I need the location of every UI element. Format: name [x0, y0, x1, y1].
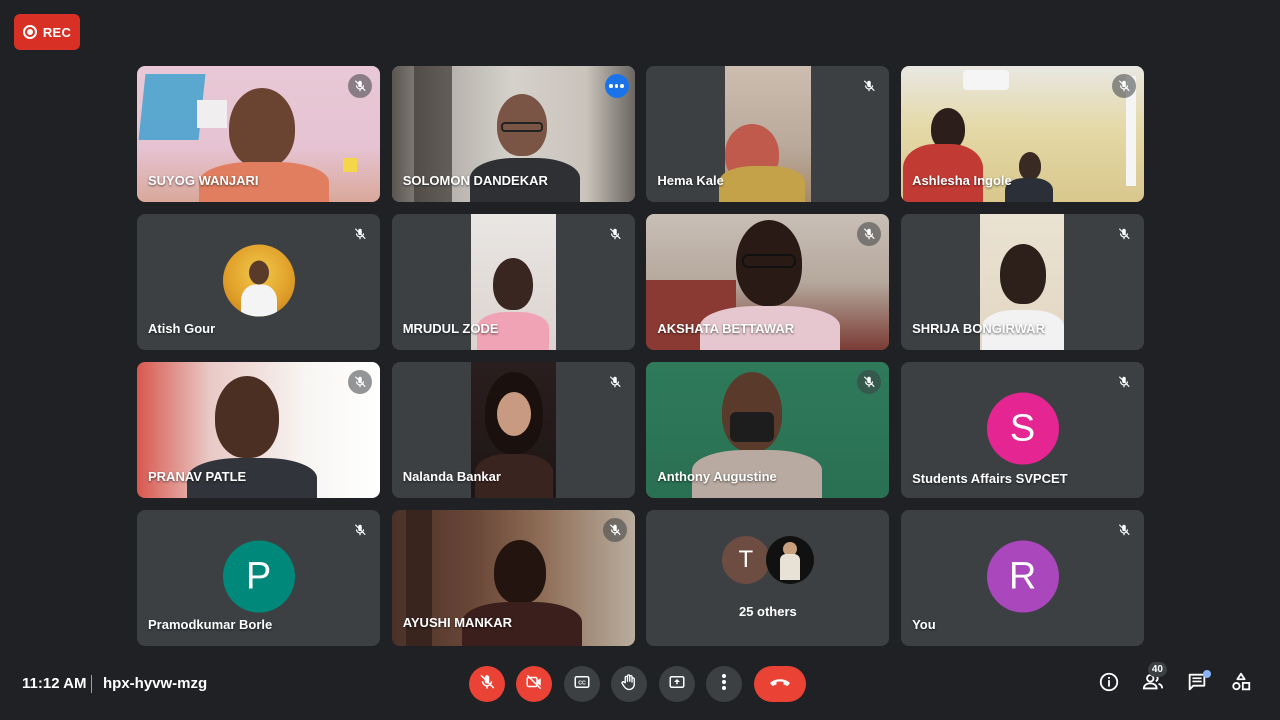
avatar: S	[986, 392, 1059, 465]
mic-off-icon	[1112, 74, 1137, 98]
leave-call-button[interactable]	[754, 666, 806, 702]
participant-name: AKSHATA BETTAWAR	[657, 321, 795, 336]
mic-off-icon	[348, 222, 372, 246]
svg-text:CC: CC	[578, 680, 586, 686]
mic-off-icon	[348, 518, 372, 542]
meeting-code[interactable]: hpx-hyvw-mzg	[103, 675, 207, 692]
participant-name: Hema Kale	[657, 173, 724, 188]
participant-name: PRANAV PATLE	[148, 469, 247, 484]
mic-off-icon	[1112, 222, 1137, 246]
bottom-bar: 11:12 AM hpx-hyvw-mzg CC 40	[0, 660, 1280, 708]
avatar: P	[222, 540, 295, 613]
others-avatars: T	[721, 536, 814, 584]
participant-name: MRUDUL ZODE	[402, 321, 499, 336]
mic-off-icon	[478, 673, 496, 696]
participant-tile[interactable]: SHRIJA BONGIRWAR	[901, 214, 1145, 350]
participant-name: Ashlesha Ingole	[912, 173, 1012, 188]
present-screen-icon	[667, 673, 687, 696]
meeting-time: 11:12 AM	[22, 675, 87, 692]
participant-video	[719, 66, 812, 202]
avatar	[765, 536, 814, 584]
participant-tile[interactable]: P Pramodkumar Borle	[137, 510, 380, 646]
info-icon	[1098, 671, 1120, 698]
captions-icon: CC	[572, 673, 592, 696]
mic-off-icon	[348, 74, 372, 98]
participant-tile[interactable]: AYUSHI MANKAR	[391, 510, 635, 646]
participant-name: You	[912, 617, 936, 632]
more-vert-icon	[721, 673, 727, 696]
divider	[91, 675, 92, 693]
participant-tile[interactable]: Ashlesha Ingole	[901, 66, 1145, 202]
notification-dot	[1203, 670, 1211, 678]
mic-off-icon	[857, 74, 882, 98]
participant-tile[interactable]: AKSHATA BETTAWAR	[646, 214, 890, 350]
participant-name: SHRIJA BONGIRWAR	[912, 321, 1045, 336]
participant-name: Nalanda Bankar	[402, 469, 501, 484]
mic-off-icon	[602, 518, 627, 542]
mic-off-icon	[348, 370, 372, 394]
participant-name: AYUSHI MANKAR	[402, 615, 512, 630]
participant-name: Anthony Augustine	[657, 469, 777, 484]
participant-tile[interactable]: Hema Kale	[646, 66, 890, 202]
more-options-icon[interactable]	[604, 74, 629, 98]
more-options-button[interactable]	[706, 666, 742, 702]
participant-tile[interactable]: Anthony Augustine	[646, 362, 890, 498]
participant-tile[interactable]: PRANAV PATLE	[137, 362, 380, 498]
others-count: 25 others	[738, 604, 797, 619]
others-tile[interactable]: T 25 others	[646, 510, 890, 646]
activities-button[interactable]	[1229, 672, 1253, 696]
hand-icon	[620, 672, 638, 697]
raise-hand-button[interactable]	[611, 666, 647, 702]
recording-indicator[interactable]: REC	[14, 14, 80, 50]
mic-off-icon	[602, 222, 627, 246]
avatar	[222, 244, 295, 317]
camera-toggle-button[interactable]	[516, 666, 552, 702]
participant-name: Atish Gour	[148, 321, 216, 336]
participant-name: SUYOG WANJARI	[148, 173, 259, 188]
mic-off-icon	[602, 370, 627, 394]
camera-off-icon	[524, 673, 544, 696]
self-tile[interactable]: R You	[901, 510, 1145, 646]
participants-button[interactable]: 40	[1141, 662, 1167, 696]
participant-tile[interactable]: Atish Gour	[137, 214, 380, 350]
avatar: T	[721, 536, 770, 584]
participant-tile[interactable]: Nalanda Bankar	[391, 362, 635, 498]
participant-tile[interactable]: SOLOMON DANDEKAR	[391, 66, 635, 202]
participant-count-badge: 40	[1147, 662, 1167, 677]
meeting-details-button[interactable]	[1097, 672, 1121, 696]
avatar: R	[986, 540, 1059, 613]
participant-name: Students Affairs SVPCET	[912, 471, 1068, 486]
participant-tile[interactable]: MRUDUL ZODE	[391, 214, 635, 350]
record-icon	[22, 25, 37, 39]
present-now-button[interactable]	[659, 666, 695, 702]
participant-name: SOLOMON DANDEKAR	[402, 173, 548, 188]
participant-tile[interactable]: S Students Affairs SVPCET	[901, 362, 1145, 498]
participant-tile[interactable]: SUYOG WANJARI	[137, 66, 380, 202]
meet-window: REC SUYOG WANJARI SOLOMON DANDEKAR Hema …	[0, 0, 1280, 720]
mic-off-icon	[1112, 370, 1137, 394]
chat-button[interactable]	[1185, 670, 1211, 696]
participant-name: Pramodkumar Borle	[148, 617, 273, 632]
shapes-icon	[1230, 671, 1252, 698]
mic-toggle-button[interactable]	[469, 666, 505, 702]
mic-off-icon	[1112, 518, 1137, 542]
call-end-icon	[768, 675, 792, 693]
recording-label: REC	[42, 24, 72, 40]
participant-grid: SUYOG WANJARI SOLOMON DANDEKAR Hema Kale	[137, 66, 1145, 646]
captions-button[interactable]: CC	[564, 666, 600, 702]
